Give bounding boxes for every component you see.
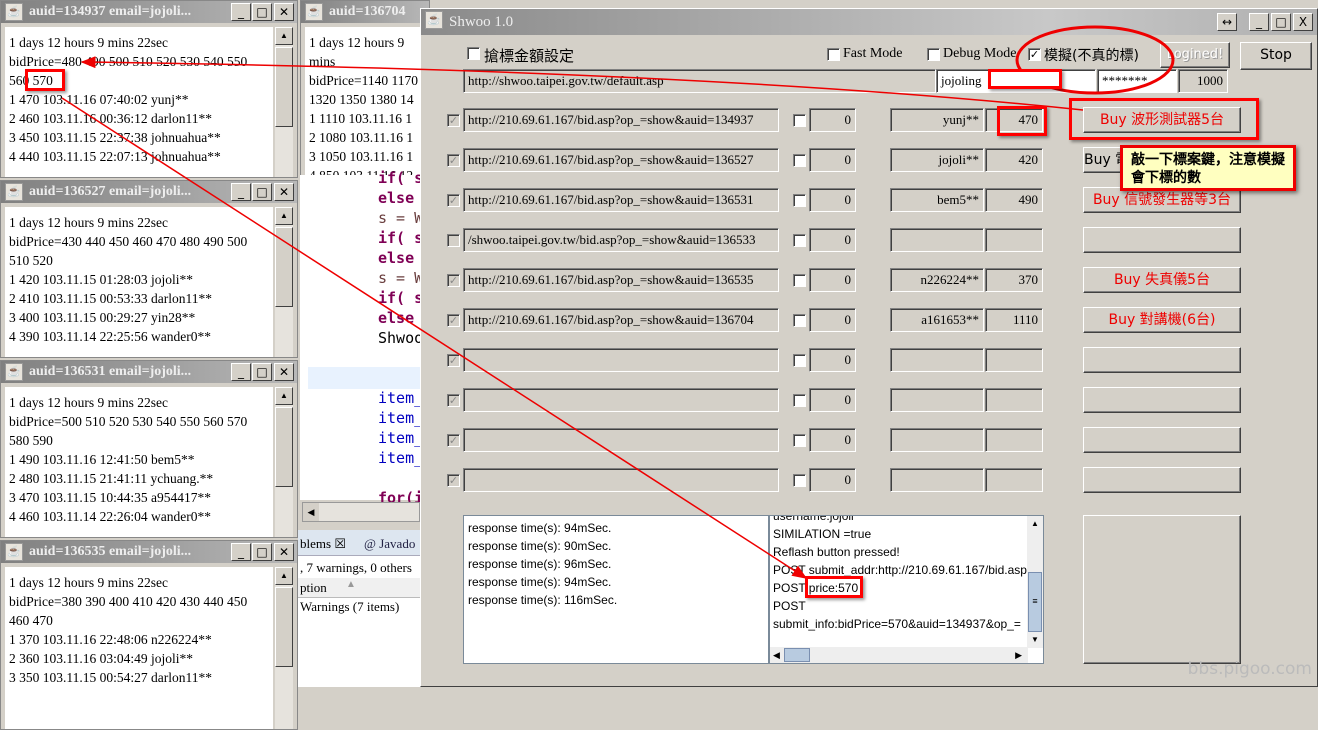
highlight-570 xyxy=(25,69,65,91)
highlight-buy-button xyxy=(1069,98,1259,140)
annotation-note: 敲一下標案鍵，注意模擬會下標的數 xyxy=(1120,145,1296,191)
username-redaction xyxy=(988,69,1062,89)
highlight-price-470 xyxy=(997,106,1047,136)
watermark: bbs.pigoo.com xyxy=(1187,659,1312,679)
arrow-buy-to-bidprice xyxy=(80,56,1084,111)
highlight-post-price xyxy=(805,576,863,598)
arrow-570-to-post xyxy=(61,97,808,579)
